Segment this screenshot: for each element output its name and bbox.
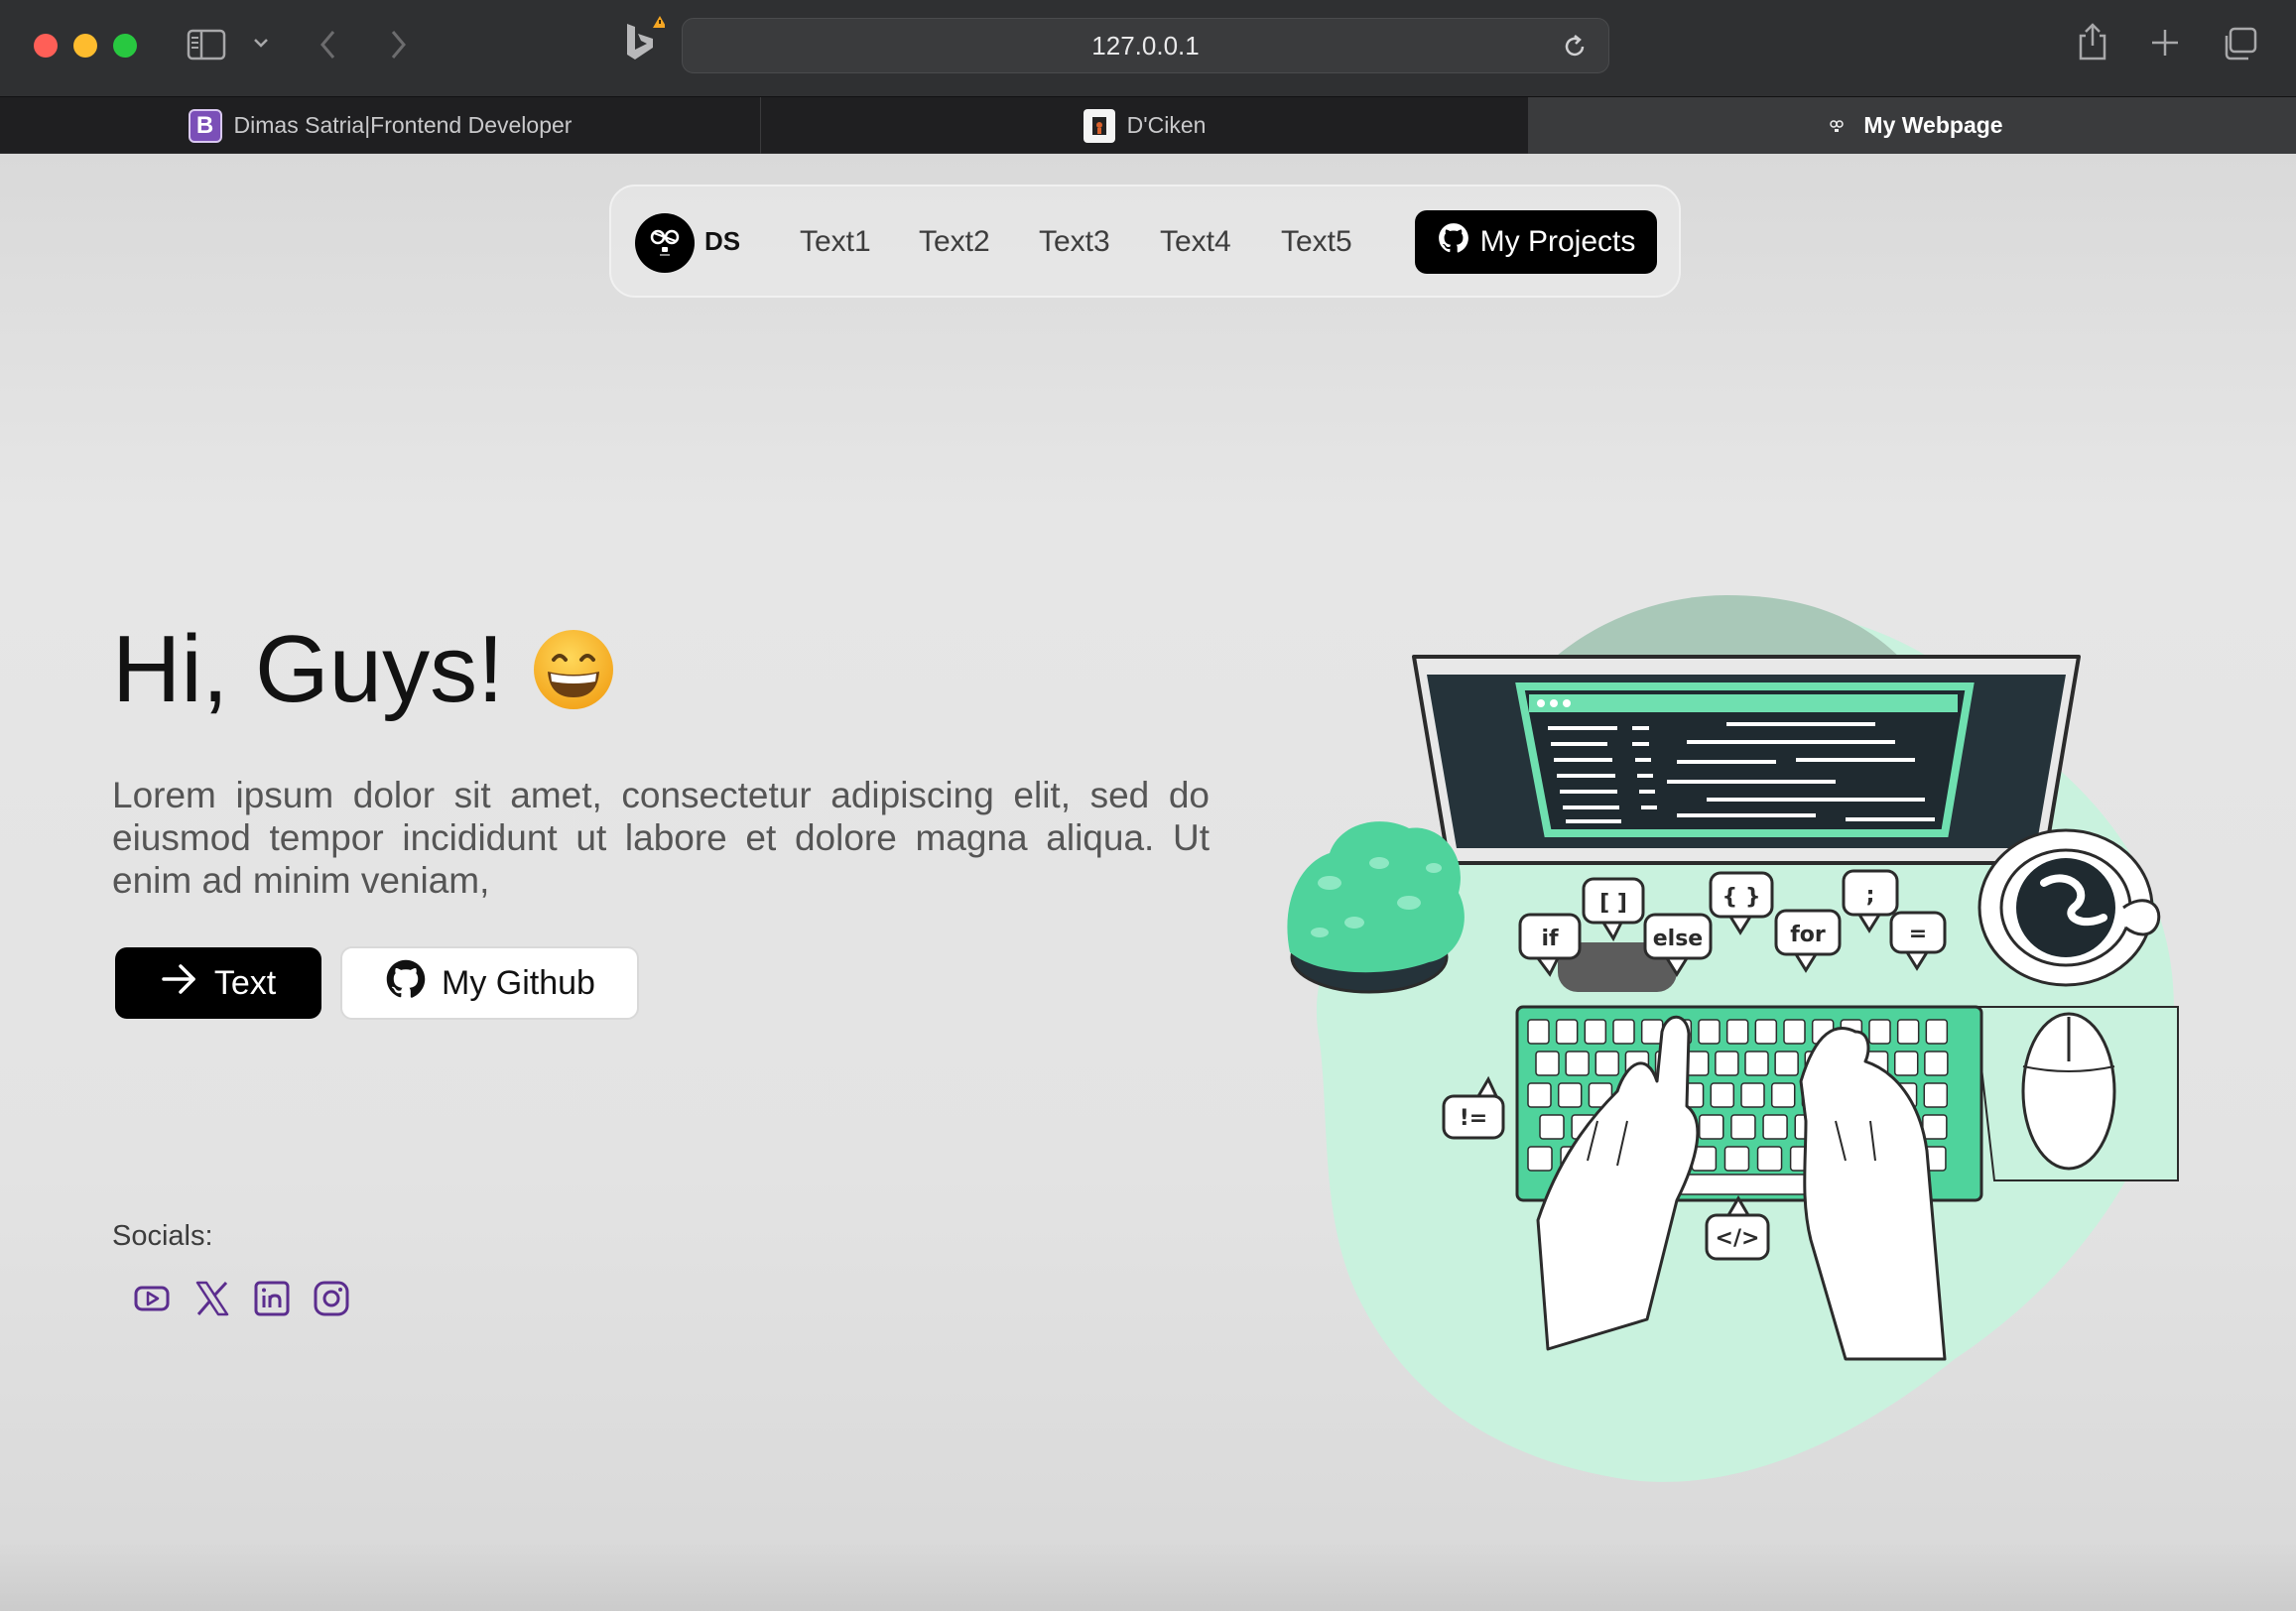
keyboard-key <box>1774 1051 1799 1076</box>
tab-dimas-satria[interactable]: B Dimas Satria|Frontend Developer <box>0 97 761 154</box>
site-navbar: DS Text1 Text2 Text3 Text4 Text5 My Proj… <box>609 185 1681 298</box>
hero-heading: Hi, Guys! <box>112 615 615 724</box>
keyboard-key <box>1925 1019 1949 1045</box>
svg-text:for: for <box>1790 923 1826 947</box>
browser-toolbar: 127.0.0.1 <box>0 0 2296 96</box>
arrow-right-icon <box>161 962 198 1005</box>
keyboard-key <box>1770 1082 1796 1108</box>
keyboard-key <box>1924 1051 1949 1076</box>
svg-text:!=: != <box>1460 1106 1487 1131</box>
page-bottom-shade <box>0 1542 2296 1611</box>
hero-description: Lorem ipsum dolor sit amet, consectetur … <box>112 775 1210 901</box>
my-projects-label: My Projects <box>1479 225 1636 258</box>
svg-text:;: ; <box>1866 883 1875 908</box>
x-icon[interactable] <box>193 1280 231 1317</box>
back-arrow-icon[interactable] <box>318 28 339 62</box>
ds-logo-icon[interactable] <box>635 213 695 273</box>
primary-cta-button[interactable]: Text <box>115 947 321 1019</box>
keyboard-key <box>1710 1082 1735 1108</box>
tab-title: D'Ciken <box>1126 112 1207 138</box>
keyboard-key <box>1725 1019 1749 1045</box>
bootstrap-favicon-icon: B <box>188 108 222 143</box>
nav-link-text4[interactable]: Text4 <box>1160 225 1231 259</box>
keyboard-key <box>1699 1114 1724 1140</box>
keyboard-key <box>1740 1082 1765 1108</box>
keyboard-key <box>1612 1019 1635 1045</box>
url-text: 127.0.0.1 <box>1091 30 1200 61</box>
keyboard-key <box>1783 1019 1806 1045</box>
tab-bar: B Dimas Satria|Frontend Developer D'Cike… <box>0 96 2296 154</box>
keyboard-key <box>1715 1051 1739 1076</box>
grinning-face-emoji-icon <box>533 630 613 709</box>
keyboard-key <box>1868 1019 1891 1045</box>
keyboard-key <box>1922 1114 1948 1140</box>
tab-title: My Webpage <box>1863 112 2003 138</box>
tab-title: Dimas Satria|Frontend Developer <box>233 112 573 138</box>
my-github-label: My Github <box>442 963 595 1002</box>
keyboard-key <box>1640 1019 1664 1045</box>
keyboard-key <box>1896 1019 1920 1045</box>
keyboard-key <box>1730 1114 1756 1140</box>
svg-text:{ }: { } <box>1722 885 1761 910</box>
browser-window: 127.0.0.1 B Dimas Satria|Frontend Develo… <box>0 0 2296 1611</box>
keyboard-key <box>1698 1019 1721 1045</box>
tab-my-webpage[interactable]: My Webpage <box>1529 97 2296 154</box>
new-tab-icon[interactable] <box>2149 27 2181 59</box>
zoom-window-button[interactable] <box>113 34 137 58</box>
reload-icon[interactable] <box>1561 33 1589 65</box>
keyboard-key <box>1584 1019 1607 1045</box>
keyboard-key <box>1754 1019 1778 1045</box>
web-page: DS Text1 Text2 Text3 Text4 Text5 My Proj… <box>0 154 2296 1611</box>
keyboard-key <box>1565 1051 1590 1076</box>
bing-extension-icon[interactable] <box>619 14 665 65</box>
sidebar-toggle-icon[interactable] <box>187 28 226 62</box>
keyboard-key <box>1535 1051 1560 1076</box>
keyboard-key <box>1744 1051 1769 1076</box>
youtube-icon[interactable] <box>133 1280 171 1317</box>
nav-link-text5[interactable]: Text5 <box>1281 225 1352 259</box>
keyboard-key <box>1893 1051 1919 1076</box>
address-bar[interactable]: 127.0.0.1 <box>682 18 1609 73</box>
forward-arrow-icon[interactable] <box>387 28 409 62</box>
svg-text:else: else <box>1653 927 1703 951</box>
my-github-button[interactable]: My Github <box>340 946 639 1020</box>
svg-text:[ ]: [ ] <box>1599 891 1627 916</box>
tab-dciken[interactable]: D'Ciken <box>761 97 1529 154</box>
keyboard-key <box>1527 1146 1553 1172</box>
keyboard-key <box>1923 1082 1949 1108</box>
my-projects-button[interactable]: My Projects <box>1415 210 1657 274</box>
keyboard-key <box>1539 1114 1565 1140</box>
svg-text:=: = <box>1909 922 1927 946</box>
keyboard-key <box>1723 1146 1750 1172</box>
nav-link-text1[interactable]: Text1 <box>800 225 871 259</box>
ds-logo-favicon-icon <box>1822 111 1851 141</box>
linkedin-icon[interactable] <box>253 1280 291 1317</box>
tab-overview-icon[interactable] <box>2221 26 2258 62</box>
developer-typing-illustration: if [ ] else { } for ; = != </> <box>1287 595 2179 1482</box>
keyboard-key <box>1594 1051 1620 1076</box>
keyboard-key <box>1557 1082 1583 1108</box>
svg-text:</>: </> <box>1716 1226 1760 1251</box>
nav-link-text3[interactable]: Text3 <box>1039 225 1110 259</box>
minimize-window-button[interactable] <box>73 34 97 58</box>
close-window-button[interactable] <box>34 34 58 58</box>
keyboard-key <box>1527 1082 1552 1108</box>
primary-cta-label: Text <box>213 963 277 1002</box>
share-icon[interactable] <box>2076 22 2109 62</box>
keyboard-key <box>1527 1019 1550 1045</box>
brand-name[interactable]: DS <box>704 226 740 257</box>
chevron-down-icon[interactable] <box>252 36 270 50</box>
keyboard-key <box>1762 1114 1788 1140</box>
github-icon <box>1437 221 1470 263</box>
github-icon <box>384 957 428 1010</box>
keyboard-key <box>1555 1019 1579 1045</box>
keyboard-key <box>1756 1146 1783 1172</box>
hero-greeting: Hi, Guys! <box>112 616 504 722</box>
image-favicon-icon <box>1083 108 1115 143</box>
socials-label: Socials: <box>112 1220 213 1252</box>
svg-text:if: if <box>1541 927 1559 951</box>
instagram-icon[interactable] <box>313 1280 350 1317</box>
nav-link-text2[interactable]: Text2 <box>919 225 990 259</box>
